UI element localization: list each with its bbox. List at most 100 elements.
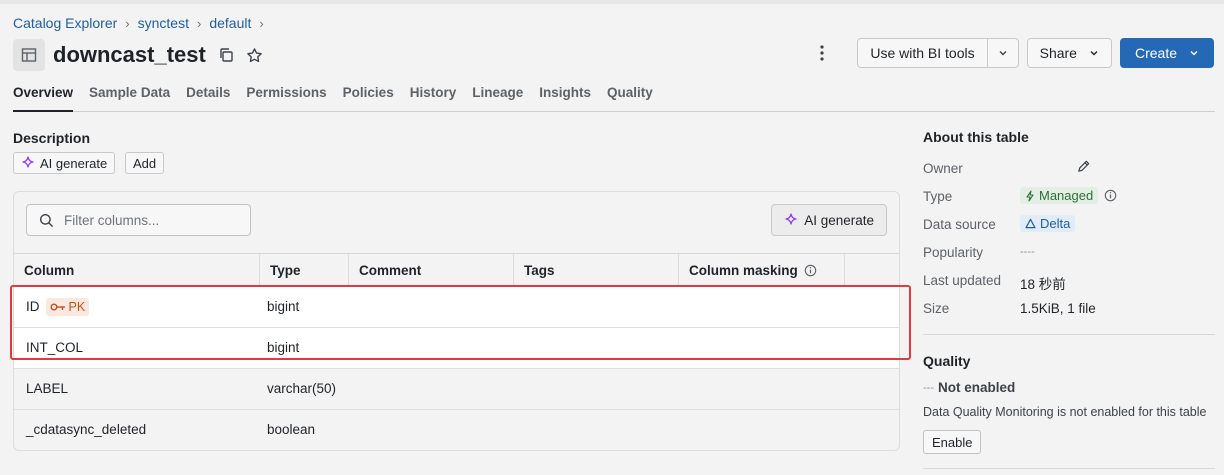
table-row[interactable]: LABEL varchar(50) bbox=[14, 369, 899, 410]
size-value: 1.5KiB, 1 file bbox=[1020, 301, 1096, 316]
use-with-bi-tools-button[interactable]: Use with BI tools bbox=[857, 38, 988, 68]
sparkle-icon bbox=[22, 156, 34, 168]
columns-ai-generate-button[interactable]: AI generate bbox=[771, 204, 887, 236]
last-updated-label: Last updated bbox=[923, 273, 1002, 288]
page-title: downcast_test bbox=[53, 42, 206, 67]
about-divider bbox=[923, 334, 1215, 335]
about-panel: About this table Owner Type Managed Data… bbox=[923, 129, 1216, 327]
columns-panel: AI generate Column Type Comment Tags Col… bbox=[13, 191, 900, 451]
header-actions: Use with BI tools Share Create bbox=[807, 37, 1214, 69]
managed-badge: Managed bbox=[1020, 187, 1099, 204]
row-column-name: ID PK bbox=[14, 287, 90, 327]
quality-description: Data Quality Monitoring is not enabled f… bbox=[923, 405, 1207, 419]
info-icon[interactable] bbox=[1104, 189, 1117, 202]
pk-label: PK bbox=[68, 300, 86, 314]
breadcrumb: Catalog Explorer › synctest › default › bbox=[13, 15, 264, 31]
table-row[interactable]: ID PK bigint bbox=[14, 287, 899, 328]
tab-permissions[interactable]: Permissions bbox=[246, 85, 326, 110]
kebab-icon[interactable] bbox=[807, 37, 837, 69]
row-column-name: INT_COL bbox=[26, 340, 84, 355]
description-ai-generate-button[interactable]: AI generate bbox=[13, 152, 116, 174]
delta-badge[interactable]: Delta bbox=[1020, 215, 1076, 232]
row-column-name: _cdatasync_deleted bbox=[26, 422, 147, 437]
chevron-down-icon bbox=[1190, 51, 1198, 56]
columns-table-header: Column Type Comment Tags Column masking bbox=[14, 253, 899, 287]
tab-overview[interactable]: Overview bbox=[13, 85, 74, 112]
quality-status: --- Not enabled bbox=[923, 380, 1015, 395]
row-column-type: bigint bbox=[267, 299, 300, 314]
bolt-icon bbox=[1026, 189, 1034, 202]
popularity-value: ---- bbox=[1020, 246, 1035, 258]
header-comment[interactable]: Comment bbox=[348, 254, 513, 287]
table-row[interactable]: INT_COL bigint bbox=[14, 328, 899, 369]
column-name: ID bbox=[26, 299, 40, 314]
last-updated-row: Last updated 18 秒前 bbox=[923, 271, 1216, 299]
chevron-down-icon bbox=[999, 51, 1007, 56]
star-icon[interactable] bbox=[246, 47, 263, 64]
tab-history[interactable]: History bbox=[410, 85, 457, 110]
description-label: Description bbox=[13, 130, 91, 146]
delta-label: Delta bbox=[1040, 216, 1071, 231]
share-label: Share bbox=[1039, 45, 1077, 61]
header-column-masking-label: Column masking bbox=[689, 263, 798, 278]
quality-title: Quality bbox=[923, 353, 971, 369]
header-column[interactable]: Column bbox=[14, 254, 259, 287]
top-border bbox=[0, 0, 1224, 4]
size-label: Size bbox=[923, 301, 950, 316]
popularity-row: Popularity ---- bbox=[923, 243, 1216, 271]
create-button[interactable]: Create bbox=[1119, 38, 1214, 68]
breadcrumb-catalog-explorer[interactable]: Catalog Explorer bbox=[13, 15, 117, 31]
header-extra bbox=[844, 254, 899, 287]
size-row: Size 1.5KiB, 1 file bbox=[923, 299, 1216, 327]
about-title: About this table bbox=[923, 129, 1029, 145]
popularity-label: Popularity bbox=[923, 245, 984, 260]
row-column-name: LABEL bbox=[26, 381, 69, 396]
breadcrumb-default[interactable]: default bbox=[209, 15, 251, 31]
data-source-label: Data source bbox=[923, 217, 996, 232]
tab-policies[interactable]: Policies bbox=[343, 85, 394, 110]
pencil-icon[interactable] bbox=[1076, 159, 1091, 174]
bi-tools-dropdown-button[interactable] bbox=[987, 38, 1019, 68]
row-column-type: boolean bbox=[267, 422, 316, 437]
filter-columns-field[interactable] bbox=[26, 204, 251, 236]
row-column-type: bigint bbox=[267, 340, 300, 355]
header-column-masking[interactable]: Column masking bbox=[678, 254, 844, 287]
type-label: Type bbox=[923, 189, 953, 204]
tab-insights[interactable]: Insights bbox=[539, 85, 591, 110]
key-icon bbox=[50, 303, 65, 311]
copy-icon[interactable] bbox=[218, 47, 234, 63]
last-updated-value: 18 秒前 bbox=[1020, 277, 1066, 292]
type-value: Managed bbox=[1020, 187, 1117, 204]
primary-key-badge: PK bbox=[45, 298, 90, 316]
enable-quality-button[interactable]: Enable bbox=[923, 430, 982, 454]
create-label: Create bbox=[1134, 45, 1177, 61]
filter-columns-input[interactable] bbox=[62, 211, 246, 229]
tab-lineage[interactable]: Lineage bbox=[472, 85, 523, 110]
bi-tools-split-button: Use with BI tools bbox=[857, 38, 1019, 68]
header-type[interactable]: Type bbox=[259, 254, 348, 287]
tab-details[interactable]: Details bbox=[186, 85, 230, 110]
data-source-value: Delta bbox=[1020, 215, 1076, 232]
table-row[interactable]: _cdatasync_deleted boolean bbox=[14, 410, 899, 450]
owner-label: Owner bbox=[923, 161, 963, 176]
tab-quality[interactable]: Quality bbox=[607, 85, 653, 110]
description-add-button[interactable]: Add bbox=[125, 152, 165, 174]
breadcrumb-separator: › bbox=[196, 15, 202, 31]
breadcrumb-synctest[interactable]: synctest bbox=[138, 15, 189, 31]
type-row: Type Managed bbox=[923, 187, 1216, 215]
managed-label: Managed bbox=[1039, 188, 1094, 203]
ai-generate-label: AI generate bbox=[804, 212, 874, 228]
ai-generate-label: AI generate bbox=[40, 155, 108, 171]
info-icon[interactable] bbox=[804, 264, 817, 277]
data-source-row: Data source Delta bbox=[923, 215, 1216, 243]
tab-bar: Overview Sample Data Details Permissions… bbox=[13, 85, 1215, 112]
chevron-down-icon bbox=[1090, 51, 1098, 56]
breadcrumb-separator: › bbox=[259, 15, 264, 31]
tab-sample-data[interactable]: Sample Data bbox=[89, 85, 170, 110]
header-tags[interactable]: Tags bbox=[513, 254, 678, 287]
quality-status-label: Not enabled bbox=[938, 380, 1016, 395]
quality-divider bbox=[923, 468, 1215, 469]
owner-row: Owner bbox=[923, 159, 1216, 187]
share-button[interactable]: Share bbox=[1026, 38, 1112, 68]
row-column-type: varchar(50) bbox=[267, 381, 337, 396]
